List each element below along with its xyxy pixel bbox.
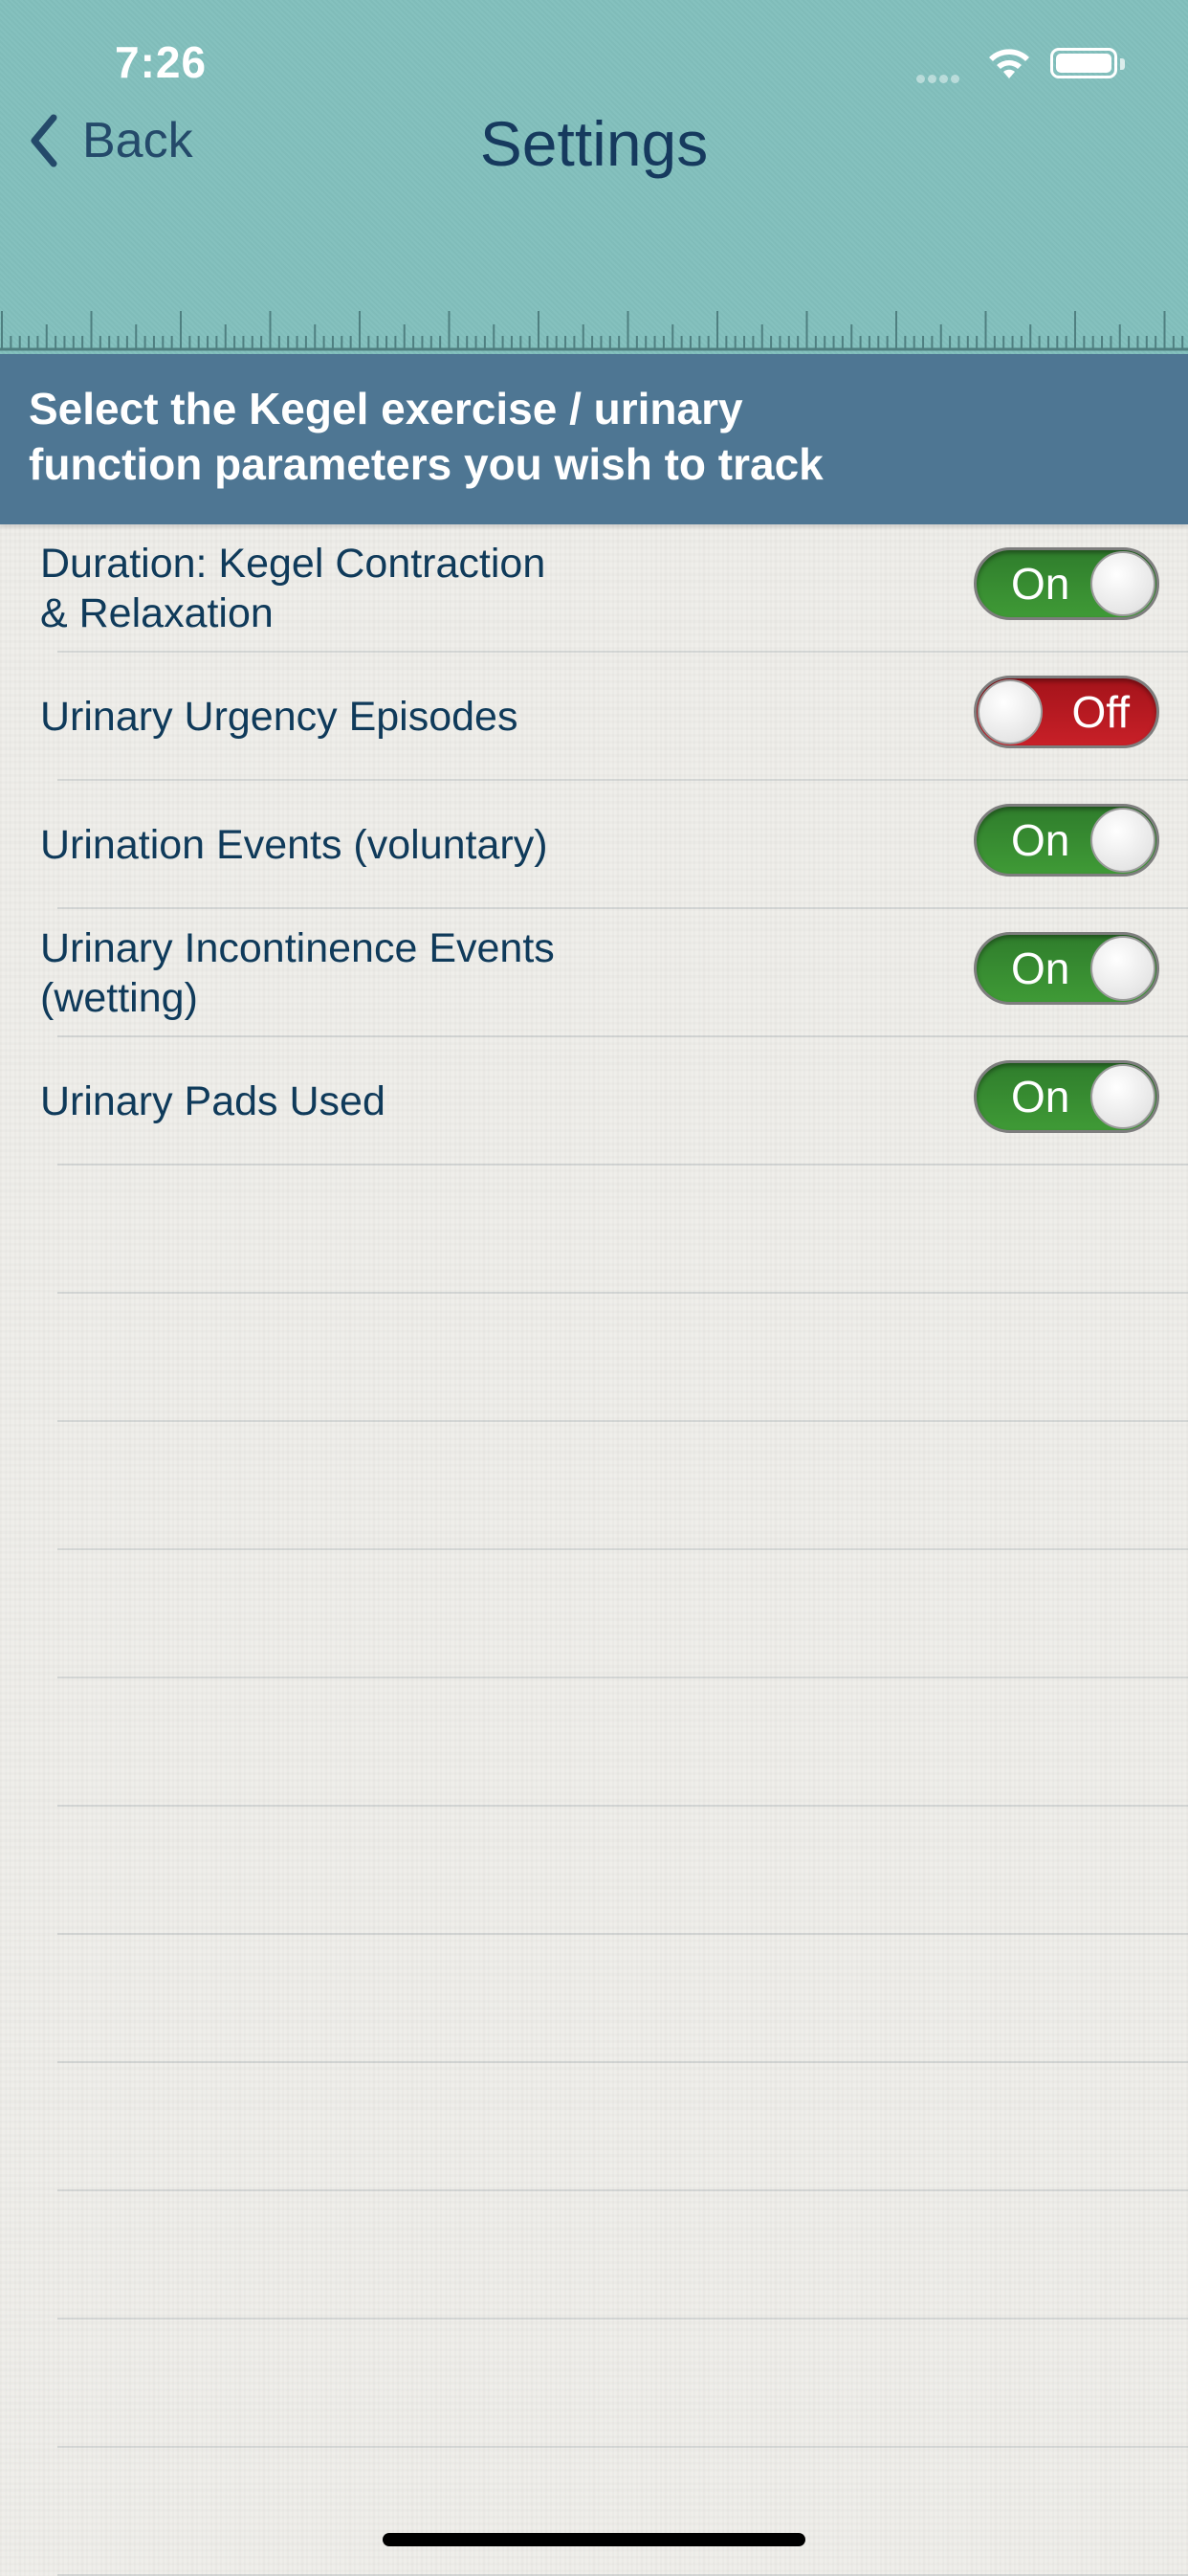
setting-label: Urinary Pads Used (40, 1037, 748, 1166)
toggle-state-text: On (1011, 559, 1070, 609)
banner-text: Select the Kegel exercise / urinary func… (29, 381, 1157, 492)
toggle-state-text: On (1011, 815, 1070, 865)
toggle-state-text: On (1011, 944, 1070, 993)
toggle-knob (978, 679, 1043, 744)
banner-line-1: Select the Kegel exercise / urinary (29, 384, 743, 433)
empty-row (57, 1422, 1188, 1550)
setting-row-urgency-episodes: Urinary Urgency Episodes Off (40, 653, 1188, 781)
setting-label-line-1: Urination Events (voluntary) (40, 822, 548, 868)
instruction-banner: Select the Kegel exercise / urinary func… (0, 354, 1188, 524)
empty-row (57, 1807, 1188, 1935)
wifi-icon (989, 49, 1029, 78)
toggle-knob (1090, 1064, 1155, 1129)
page-title: Settings (479, 108, 709, 179)
empty-row (57, 1935, 1188, 2063)
nav-header: 7:26 Back Settings (0, 0, 1188, 354)
toggle-urgency-episodes[interactable]: Off (974, 676, 1159, 748)
signal-dots-icon (916, 71, 962, 88)
setting-label-line-1: Urinary Urgency Episodes (40, 694, 518, 740)
battery-icon (1050, 48, 1117, 78)
ruler-ticks (0, 311, 1188, 351)
settings-list: Duration: Kegel Contraction & Relaxation… (0, 524, 1188, 2576)
toggle-knob (1090, 551, 1155, 616)
empty-row (57, 1550, 1188, 1678)
empty-row (57, 2063, 1188, 2191)
toggle-incontinence-events[interactable]: On (974, 932, 1159, 1005)
toggle-knob (1090, 936, 1155, 1001)
empty-row (57, 2320, 1188, 2448)
setting-label-line-2: & Relaxation (40, 590, 274, 636)
toggle-knob (1090, 808, 1155, 873)
toggle-state-text: On (1011, 1072, 1070, 1121)
empty-row (57, 2448, 1188, 2576)
setting-row-kegel-duration: Duration: Kegel Contraction & Relaxation… (40, 524, 1188, 653)
toggle-pads-used[interactable]: On (974, 1060, 1159, 1133)
setting-label: Urination Events (voluntary) (40, 781, 748, 909)
toggle-urination-events[interactable]: On (974, 804, 1159, 877)
setting-label: Urinary Incontinence Events (wetting) (40, 909, 748, 1037)
setting-label-line-1: Urinary Incontinence Events (40, 925, 555, 971)
battery-tip (1120, 58, 1125, 70)
toggle-kegel-duration[interactable]: On (974, 547, 1159, 620)
setting-label: Duration: Kegel Contraction & Relaxation (40, 524, 748, 653)
empty-row (57, 1166, 1188, 1294)
setting-label: Urinary Urgency Episodes (40, 653, 748, 781)
home-indicator (383, 2533, 805, 2546)
empty-row (57, 2191, 1188, 2320)
banner-line-2: function parameters you wish to track (29, 439, 824, 489)
setting-row-pads-used: Urinary Pads Used On (40, 1037, 1188, 1166)
status-time: 7:26 (115, 37, 208, 87)
setting-row-incontinence-events: Urinary Incontinence Events (wetting) On (40, 909, 1188, 1037)
empty-row (57, 1294, 1188, 1422)
setting-label-line-1: Duration: Kegel Contraction (40, 541, 546, 587)
setting-row-urination-events: Urination Events (voluntary) On (40, 781, 1188, 909)
toggle-state-text: Off (1071, 687, 1130, 737)
setting-label-line-1: Urinary Pads Used (40, 1078, 385, 1124)
empty-row (57, 1678, 1188, 1807)
setting-label-line-2: (wetting) (40, 975, 198, 1021)
